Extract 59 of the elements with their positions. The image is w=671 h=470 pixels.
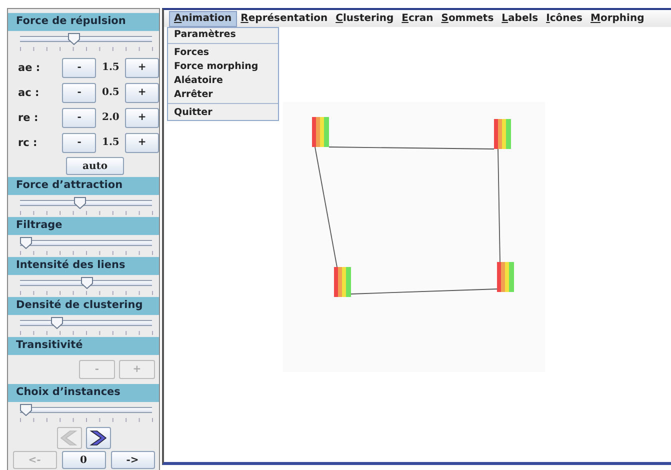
section-header: Transitivité bbox=[8, 337, 159, 355]
menu-option[interactable]: Aléatoire bbox=[168, 74, 278, 88]
chevron-right-icon bbox=[89, 430, 107, 446]
parameter-label: re : bbox=[18, 112, 40, 124]
slider-thumb[interactable] bbox=[51, 317, 64, 329]
parameter-value: 0.5 bbox=[100, 87, 120, 98]
decrease-button[interactable]: - bbox=[62, 58, 96, 78]
increase-button[interactable]: + bbox=[125, 58, 159, 78]
menu-item[interactable]: Clustering bbox=[332, 12, 398, 26]
graph-node bbox=[494, 119, 511, 149]
graph-node bbox=[312, 117, 329, 147]
slider-track[interactable] bbox=[20, 404, 152, 416]
parameter-value: 1.5 bbox=[100, 137, 120, 148]
menu-item[interactable]: Icônes bbox=[542, 12, 587, 26]
slider-track[interactable] bbox=[20, 277, 152, 289]
slider-thumb[interactable] bbox=[68, 33, 80, 45]
menu-item[interactable]: Labels bbox=[498, 12, 542, 26]
slider-track[interactable] bbox=[20, 33, 152, 45]
chevron-left-icon bbox=[60, 430, 78, 446]
section-header: Force de répulsion bbox=[8, 13, 159, 31]
increase-button[interactable]: + bbox=[125, 82, 159, 102]
auto-button[interactable]: auto bbox=[66, 157, 124, 175]
menu-item[interactable]: Morphing bbox=[586, 12, 648, 26]
menu-option[interactable]: Force morphing bbox=[168, 60, 278, 74]
parameter-value: 1.5 bbox=[100, 62, 120, 73]
slider-thumb[interactable] bbox=[81, 277, 94, 289]
parameter-label: ae : bbox=[18, 62, 42, 74]
graph-node bbox=[334, 267, 351, 297]
graph-node bbox=[497, 262, 514, 292]
section-header: Force d’attraction bbox=[8, 177, 159, 195]
menu-item[interactable]: Ecran bbox=[398, 12, 438, 26]
decrease-button[interactable]: - bbox=[62, 82, 96, 102]
section-header: Densité de clustering bbox=[8, 297, 159, 315]
slider-thumb[interactable] bbox=[74, 197, 86, 209]
increase-button[interactable]: + bbox=[125, 108, 159, 128]
increase-button[interactable]: + bbox=[125, 132, 159, 152]
slider-thumb[interactable] bbox=[20, 237, 32, 249]
menu-item[interactable]: Animation bbox=[169, 10, 237, 26]
instance-number-button[interactable]: 0 bbox=[62, 451, 106, 469]
parameter-label: ac : bbox=[18, 86, 40, 98]
slider-thumb[interactable] bbox=[20, 404, 32, 416]
menu-option[interactable]: Paramètres bbox=[168, 28, 278, 42]
section-header: Choix d’instances bbox=[8, 384, 159, 402]
next-instance-button[interactable]: -> bbox=[110, 451, 154, 469]
menu-item[interactable]: Représentation bbox=[236, 12, 332, 26]
decrease-button[interactable]: - bbox=[62, 132, 96, 152]
slider-track[interactable] bbox=[20, 317, 152, 329]
parameter-label: rc : bbox=[18, 136, 38, 148]
section-header: Filtrage bbox=[8, 217, 159, 235]
slider-track[interactable] bbox=[20, 237, 152, 249]
next-button[interactable] bbox=[86, 427, 110, 449]
section-header: Intensité des liens bbox=[8, 257, 159, 275]
slider-track[interactable] bbox=[20, 197, 152, 209]
menu-option[interactable]: Arrêter bbox=[168, 88, 278, 102]
menu-option[interactable]: Forces bbox=[168, 46, 278, 60]
menu-option[interactable]: Quitter bbox=[168, 106, 278, 120]
decrease-button[interactable]: - bbox=[62, 108, 96, 128]
menu-item[interactable]: Sommets bbox=[437, 12, 498, 26]
parameter-value: 2.0 bbox=[100, 112, 120, 123]
